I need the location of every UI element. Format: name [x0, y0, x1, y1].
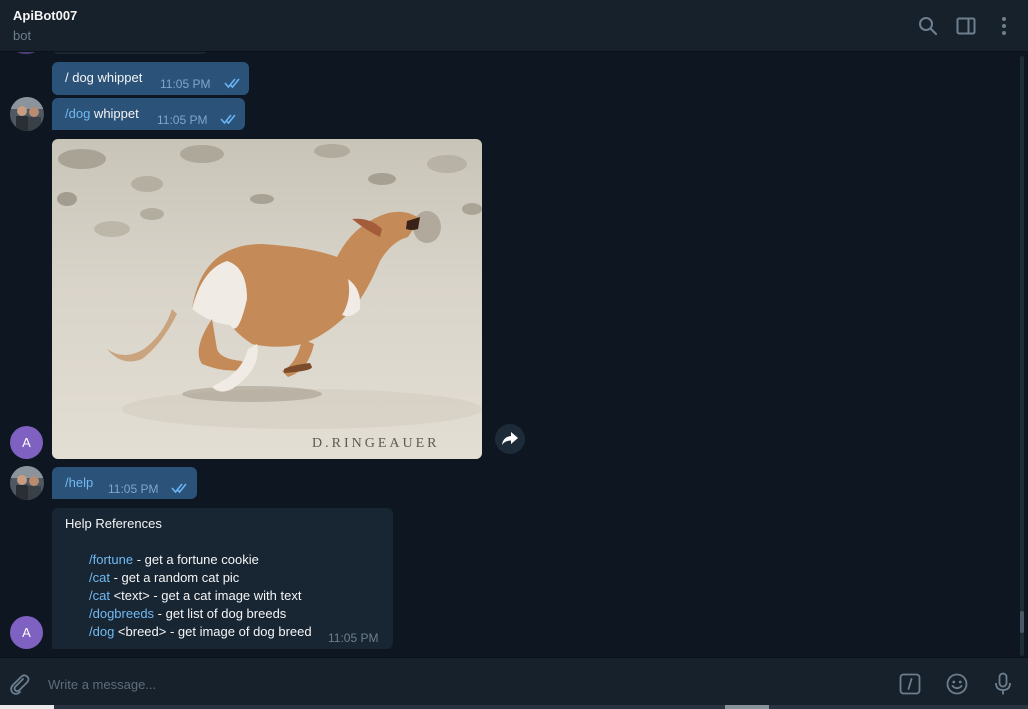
avatar[interactable]: A — [10, 426, 43, 459]
command-link[interactable]: /help — [65, 474, 93, 492]
chat-subtitle: bot — [13, 28, 32, 43]
message-time: 11:05 PM — [108, 482, 159, 496]
incoming-message[interactable]: Help References /fortune - get a fortune… — [52, 508, 393, 649]
double-check-icon — [224, 78, 240, 89]
message-composer — [0, 657, 1028, 709]
message-list[interactable]: / dog whippet 11:05 PM /dog whippet 11:0… — [0, 52, 1028, 657]
avatar — [13, 52, 39, 54]
help-command-list: /fortune - get a fortune cookie /cat - g… — [89, 551, 312, 641]
command-link[interactable]: /dog — [89, 624, 114, 639]
avatar[interactable]: A — [10, 616, 43, 649]
message-time: 11:05 PM — [157, 113, 208, 127]
photo-watermark: D.RINGEAUER — [312, 436, 440, 451]
share-button[interactable] — [495, 424, 525, 454]
chat-header: ApiBot007 bot — [0, 0, 1028, 52]
sidebar-toggle-icon[interactable] — [954, 14, 978, 38]
double-check-icon — [171, 483, 187, 494]
avatar[interactable] — [10, 466, 44, 500]
command-link[interactable]: /fortune — [89, 552, 133, 567]
help-title: Help References — [65, 516, 162, 531]
message-time: 11:05 PM — [160, 77, 211, 91]
command-link[interactable]: /dog — [65, 106, 90, 121]
help-line: /fortune - get a fortune cookie — [89, 552, 259, 567]
help-line: /cat <text> - get a cat image with text — [89, 588, 302, 603]
message-input[interactable] — [48, 673, 868, 695]
more-vertical-icon[interactable] — [992, 14, 1016, 38]
window-bottom-edge — [0, 705, 1028, 709]
avatar[interactable] — [10, 97, 44, 131]
search-icon[interactable] — [916, 14, 940, 38]
outgoing-message[interactable]: /dog whippet 11:05 PM — [52, 98, 245, 130]
double-check-icon — [220, 114, 236, 125]
share-arrow-icon — [502, 432, 518, 445]
paperclip-icon[interactable] — [5, 670, 33, 698]
help-line: /dogbreeds - get list of dog breeds — [89, 606, 287, 621]
scrollbar-thumb[interactable] — [1020, 611, 1024, 633]
dog-photo[interactable]: D.RINGEAUER — [52, 139, 482, 459]
command-link[interactable]: /dogbreeds — [89, 606, 154, 621]
command-link[interactable]: /cat — [89, 570, 110, 585]
microphone-icon[interactable] — [989, 670, 1017, 698]
message-text: / dog whippet — [65, 70, 143, 85]
help-line: /dog <breed> - get image of dog breed — [89, 624, 312, 639]
outgoing-message[interactable]: /help 11:05 PM — [52, 467, 197, 499]
message-bubble-partial — [52, 52, 208, 54]
scrollbar[interactable] — [1020, 56, 1024, 656]
outgoing-message[interactable]: / dog whippet 11:05 PM — [52, 62, 249, 95]
bot-commands-icon[interactable] — [896, 670, 924, 698]
command-link[interactable]: /cat — [89, 588, 110, 603]
message-text: /dog whippet — [65, 106, 139, 121]
chat-title[interactable]: ApiBot007 — [13, 8, 77, 23]
emoji-icon[interactable] — [943, 670, 971, 698]
help-line: /cat - get a random cat pic — [89, 570, 240, 585]
message-time: 11:05 PM — [328, 631, 379, 645]
